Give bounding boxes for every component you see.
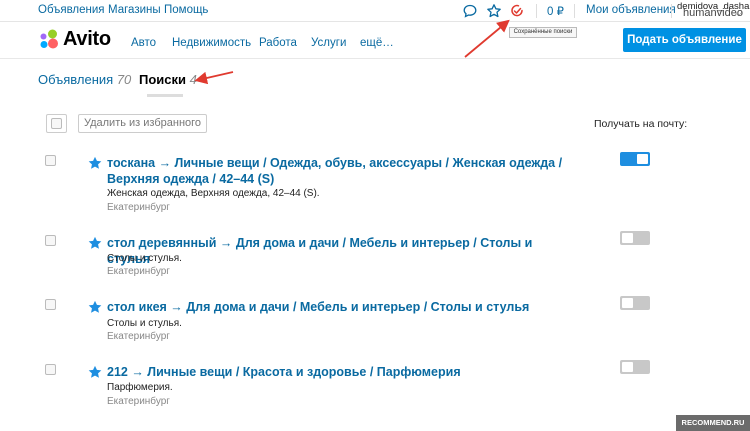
email-notifications-label: Получать на почту: bbox=[594, 118, 688, 130]
active-tab-indicator bbox=[147, 94, 183, 97]
header-divider bbox=[0, 58, 750, 59]
separator bbox=[574, 4, 575, 18]
separator bbox=[536, 4, 537, 18]
chevron-down-icon[interactable]: ⌵ bbox=[735, 8, 742, 19]
tab-searches-label: Поиски bbox=[139, 72, 187, 87]
top-link-shops[interactable]: Магазины bbox=[108, 4, 161, 16]
tab-ads-count: 70 bbox=[116, 72, 132, 87]
email-toggle[interactable] bbox=[620, 231, 650, 245]
top-bar: Объявления Магазины Помощь 0 ₽ Мои объяв… bbox=[0, 0, 750, 22]
toggle-knob bbox=[622, 298, 633, 308]
saved-searches-icon[interactable] bbox=[509, 3, 525, 19]
checkbox-box bbox=[51, 118, 62, 129]
row-checkbox[interactable] bbox=[45, 299, 56, 310]
wallet-balance[interactable]: 0 ₽ bbox=[547, 4, 564, 18]
annotation-arrow-saved-searches bbox=[464, 19, 510, 58]
favorites-star-icon[interactable] bbox=[486, 3, 502, 19]
saved-searches-tooltip: Сохранённые поиски bbox=[509, 27, 577, 38]
nav-services[interactable]: Услуги bbox=[311, 37, 346, 49]
email-toggle[interactable] bbox=[620, 152, 650, 166]
email-toggle[interactable] bbox=[620, 360, 650, 374]
toggle-knob bbox=[622, 233, 633, 243]
tab-searches-count: 4 bbox=[189, 72, 197, 87]
star-icon[interactable] bbox=[88, 300, 102, 314]
star-icon[interactable] bbox=[88, 365, 102, 379]
nav-more[interactable]: ещё… bbox=[360, 37, 394, 49]
saved-search-link[interactable]: стол икея → Для дома и дачи / Мебель и и… bbox=[107, 299, 577, 315]
messages-icon[interactable] bbox=[462, 3, 478, 19]
saved-search-link[interactable]: 212 → Личные вещи / Красота и здоровье /… bbox=[107, 364, 577, 380]
tab-ads[interactable]: Объявления 70 bbox=[38, 72, 131, 87]
remove-from-favorites-button[interactable]: Удалить из избранного bbox=[78, 114, 207, 133]
select-all-checkbox[interactable] bbox=[46, 114, 67, 133]
search-city: Екатеринбург bbox=[107, 266, 170, 277]
annotation-arrow-searches-tab bbox=[194, 71, 234, 85]
search-description: Парфюмерия. bbox=[107, 382, 173, 393]
search-description: Женская одежда, Верхняя одежда, 42–44 (S… bbox=[107, 188, 320, 199]
nav-realty[interactable]: Недвижимость bbox=[172, 37, 251, 49]
post-ad-button[interactable]: Подать объявление bbox=[623, 28, 746, 52]
search-description: Столы и стулья. bbox=[107, 318, 182, 329]
top-link-ads[interactable]: Объявления bbox=[38, 4, 105, 16]
row-checkbox[interactable] bbox=[45, 364, 56, 375]
star-icon[interactable] bbox=[88, 236, 102, 250]
row-checkbox[interactable] bbox=[45, 235, 56, 246]
nav-auto[interactable]: Авто bbox=[131, 37, 156, 49]
separator bbox=[671, 4, 672, 18]
watermark: RECOMMEND.RU bbox=[676, 415, 750, 431]
toggle-knob bbox=[622, 362, 633, 372]
email-toggle[interactable] bbox=[620, 296, 650, 310]
search-city: Екатеринбург bbox=[107, 396, 170, 407]
top-link-help[interactable]: Помощь bbox=[164, 4, 208, 16]
logo-text: Avito bbox=[63, 28, 111, 50]
search-description: Столы и стулья. bbox=[107, 253, 182, 264]
row-checkbox[interactable] bbox=[45, 155, 56, 166]
tab-searches[interactable]: Поиски 4 bbox=[139, 72, 197, 87]
title-line-1: тоскана → Личные вещи / Одежда, обувь, а… bbox=[107, 156, 563, 170]
my-ads-link[interactable]: Мои объявления bbox=[586, 4, 676, 16]
search-city: Екатеринбург bbox=[107, 331, 170, 342]
nav-jobs[interactable]: Работа bbox=[259, 37, 297, 49]
title-line-2: Верхняя одежда / 42–44 (S) bbox=[107, 172, 275, 186]
star-icon[interactable] bbox=[88, 156, 102, 170]
tab-ads-label: Объявления bbox=[38, 72, 114, 87]
account-menu[interactable]: humanvideo bbox=[683, 7, 743, 19]
search-city: Екатеринбург bbox=[107, 202, 170, 213]
avito-logo[interactable]: Avito bbox=[38, 28, 118, 52]
saved-search-link[interactable]: тоскана → Личные вещи / Одежда, обувь, а… bbox=[107, 155, 577, 187]
logo-dots-icon bbox=[40, 29, 58, 49]
toggle-knob bbox=[637, 154, 648, 164]
